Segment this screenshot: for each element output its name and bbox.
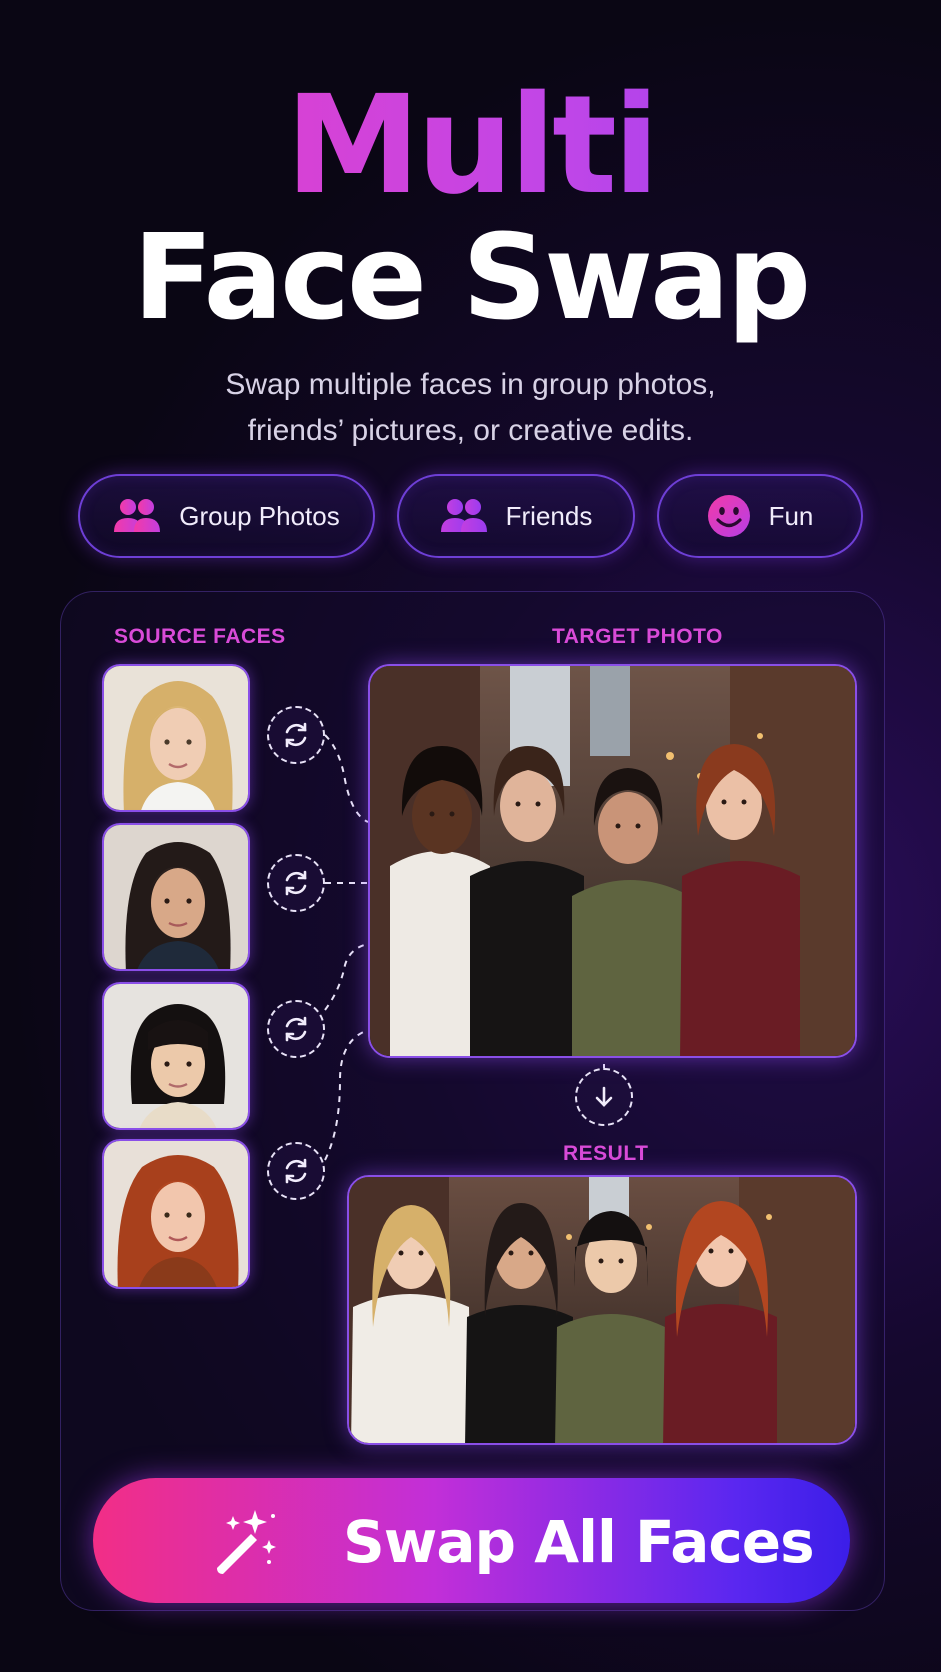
magic-wand-icon: [211, 1506, 281, 1581]
swap-icon[interactable]: [267, 854, 325, 912]
swap-icon[interactable]: [267, 1142, 325, 1200]
swap-all-faces-button[interactable]: Swap All Faces: [93, 1478, 850, 1603]
arrow-down-icon: [575, 1068, 633, 1126]
swap-all-faces-label: Swap All Faces: [343, 1508, 815, 1576]
result-photo[interactable]: [347, 1175, 857, 1445]
swap-icon[interactable]: [267, 1000, 325, 1058]
swap-icon[interactable]: [267, 706, 325, 764]
result-label: RESULT: [563, 1142, 649, 1165]
target-photo[interactable]: [368, 664, 857, 1058]
